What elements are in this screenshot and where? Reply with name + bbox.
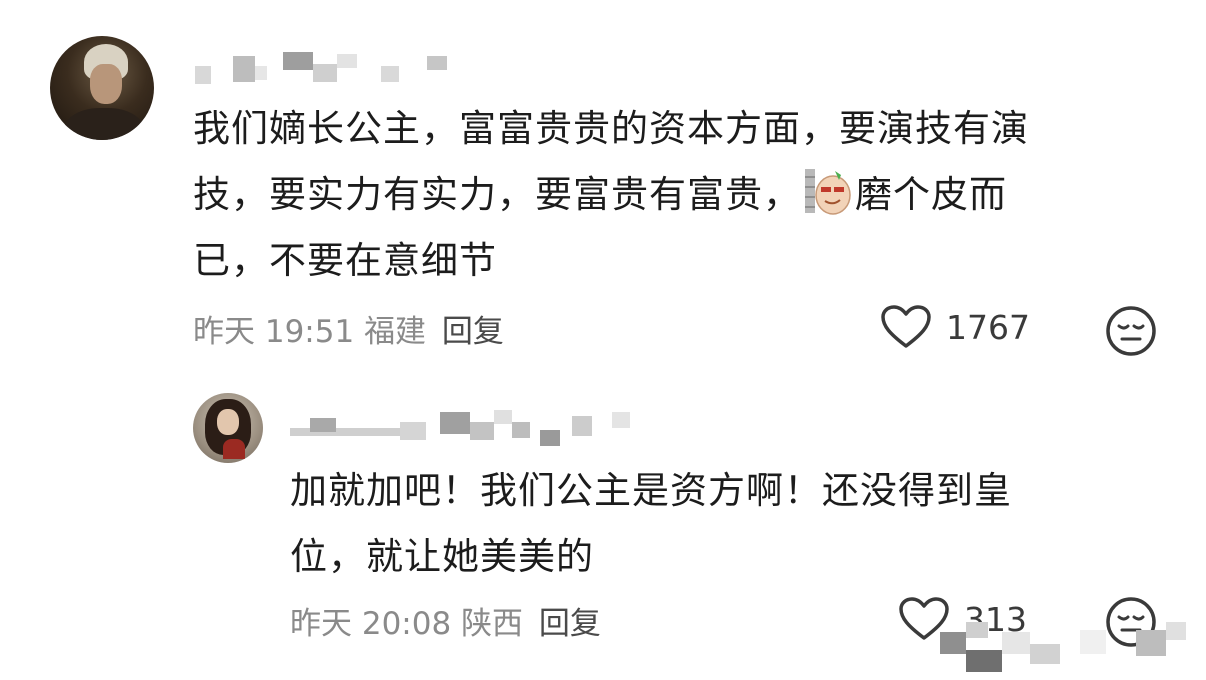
comment-time: 昨天 19:51	[193, 314, 355, 350]
comment-line-part: 磨个皮而	[855, 173, 1007, 216]
like-button[interactable]: 1767	[880, 304, 1030, 350]
comment-meta: 昨天 19:51 福建 回复	[193, 306, 504, 351]
heart-outline-icon	[881, 305, 931, 348]
watermark-redacted	[940, 622, 1200, 674]
username-redacted[interactable]	[195, 52, 455, 84]
commenter-avatar[interactable]	[50, 36, 154, 140]
avatar-face	[90, 64, 122, 104]
comment-line-part: 技，要实力有实力，要富贵有富贵，	[193, 173, 801, 216]
reply-location: 陕西	[461, 606, 524, 642]
reply-text: 加就加吧！我们公主是资方啊！还没得到皇 位，就让她美美的	[290, 458, 1150, 590]
comment-line: 技，要实力有实力，要富贵有富贵， 磨个皮而	[193, 162, 1153, 228]
comment-location: 福建	[364, 314, 427, 350]
reply-time: 昨天 20:08	[290, 606, 452, 642]
comment-line: 已，不要在意细节	[193, 239, 497, 282]
like-count: 1767	[946, 307, 1030, 347]
expressionless-face-icon	[1106, 306, 1156, 356]
avatar-shoulders	[64, 108, 144, 140]
reply-button[interactable]: 回复	[539, 606, 601, 642]
comment-line: 我们嫡长公主，富富贵贵的资本方面，要演技有演	[193, 107, 1029, 150]
smirking-peanut-sticker-icon	[803, 165, 853, 215]
avatar-face	[217, 409, 239, 435]
comment-text: 我们嫡长公主，富富贵贵的资本方面，要演技有演 技，要实力有实力，要富贵有富贵， …	[193, 96, 1153, 294]
replier-avatar[interactable]	[193, 393, 263, 463]
avatar-clothing	[223, 439, 245, 459]
reaction-button[interactable]	[1105, 305, 1157, 361]
reply-line: 加就加吧！我们公主是资方啊！还没得到皇	[290, 469, 1012, 512]
reply-line: 位，就让她美美的	[290, 535, 594, 578]
reply-button[interactable]: 回复	[442, 314, 504, 350]
username-redacted[interactable]	[290, 408, 650, 448]
reply-meta: 昨天 20:08 陕西 回复	[290, 598, 601, 643]
